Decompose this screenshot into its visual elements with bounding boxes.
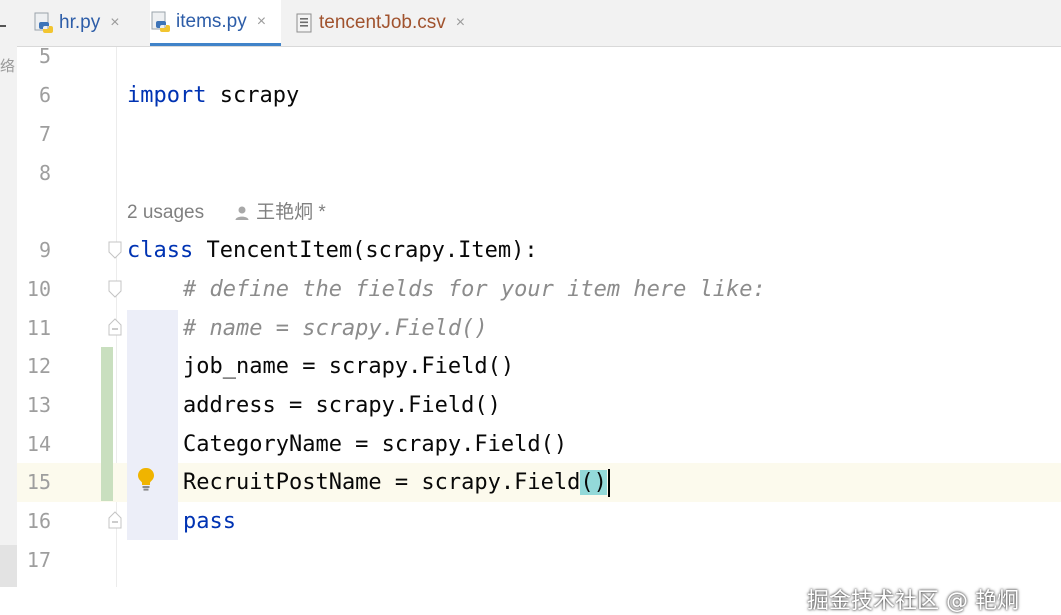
keyword: class xyxy=(127,238,194,263)
tab-label: items.py xyxy=(176,10,247,32)
csv-file-icon xyxy=(293,12,315,34)
tool-strip-block xyxy=(0,545,17,587)
keyword: import xyxy=(127,83,207,108)
code-text: RecruitPostName = scrapy.Field xyxy=(183,470,581,495)
editor-tab-bar: hr.py × items.py × tencentJob.csv × xyxy=(17,0,1061,47)
line-number: 6 xyxy=(38,83,51,107)
code-comment[interactable]: # name = scrapy.Field() xyxy=(183,309,488,348)
stray-character: 络 xyxy=(0,57,16,75)
line-number: 15 xyxy=(26,470,51,494)
fold-icon[interactable] xyxy=(107,280,123,298)
fold-end-icon[interactable] xyxy=(107,511,123,529)
tab-label: tencentJob.csv xyxy=(319,12,446,33)
indent-guide xyxy=(127,310,178,540)
usages-count[interactable]: 2 usages xyxy=(127,193,204,232)
code-comment[interactable]: # define the fields for your item here l… xyxy=(183,270,766,309)
left-tool-strip: 络 xyxy=(0,0,18,587)
line-number: 10 xyxy=(26,277,51,301)
matched-paren-highlight: () xyxy=(580,470,607,495)
line-number: 9 xyxy=(38,238,51,262)
code-line[interactable]: job_name = scrapy.Field() xyxy=(183,347,514,386)
code-line[interactable]: class TencentItem(scrapy.Item): xyxy=(127,231,538,270)
code-line[interactable]: address = scrapy.Field() xyxy=(183,386,501,425)
fold-end-icon[interactable] xyxy=(107,318,123,336)
line-number: 8 xyxy=(38,161,51,185)
code-line[interactable]: import scrapy xyxy=(127,76,299,115)
line-number: 7 xyxy=(38,122,51,146)
line-number: 13 xyxy=(26,393,51,417)
tab-label: hr.py xyxy=(59,12,101,33)
text-caret xyxy=(607,469,610,497)
code-editor[interactable]: 5 6 7 8 9 10 11 12 13 14 15 16 17 2 usag… xyxy=(17,44,1061,614)
line-number: 17 xyxy=(26,548,51,572)
tab-tencentjob-csv[interactable]: tencentJob.csv × xyxy=(293,0,493,46)
code-text: scrapy xyxy=(206,83,300,108)
python-file-icon xyxy=(150,11,172,33)
lightbulb-icon[interactable] xyxy=(135,466,157,492)
code-line[interactable]: CategoryName = scrapy.Field() xyxy=(183,425,567,464)
close-icon[interactable]: × xyxy=(456,15,465,31)
vcs-added-marker[interactable] xyxy=(101,347,113,501)
code-line-current[interactable]: RecruitPostName = scrapy.Field() xyxy=(183,463,610,502)
close-icon[interactable]: × xyxy=(110,15,119,31)
code-text: TencentItem(scrapy.Item): xyxy=(193,238,538,263)
line-number: 16 xyxy=(26,509,51,533)
line-number: 12 xyxy=(26,354,51,378)
line-number: 14 xyxy=(26,432,51,456)
line-number: 5 xyxy=(38,44,51,68)
usages-inlay-hint[interactable]: 2 usages 王艳炯 * xyxy=(127,193,326,232)
fold-icon[interactable] xyxy=(107,241,123,259)
code-line[interactable]: pass xyxy=(183,502,236,541)
watermark: 掘金技术社区 @ 艳炯 xyxy=(807,589,1019,614)
python-file-icon xyxy=(33,12,55,34)
collapse-dash[interactable] xyxy=(0,25,6,27)
author-name[interactable]: 王艳炯 * xyxy=(256,193,326,232)
person-icon xyxy=(235,206,249,220)
tab-items-py[interactable]: items.py × xyxy=(150,0,281,46)
close-icon[interactable]: × xyxy=(257,13,266,30)
line-number: 11 xyxy=(26,316,51,340)
